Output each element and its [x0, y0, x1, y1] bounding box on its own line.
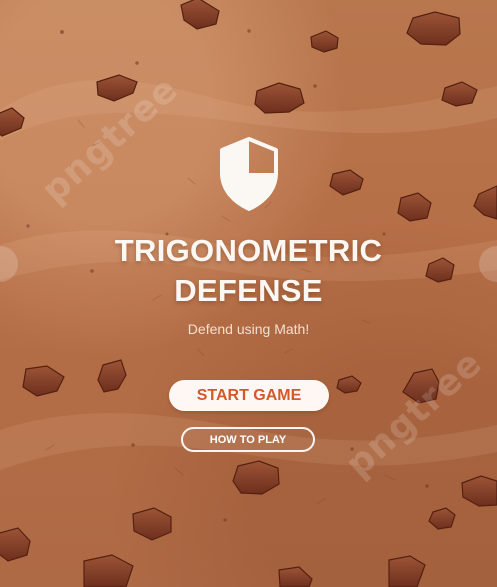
- game-screen: pngtree pngtree TRIGONOMETRIC DEFENSE De…: [0, 0, 497, 587]
- dirt-background: [0, 0, 497, 587]
- start-game-button[interactable]: START GAME: [169, 380, 329, 411]
- how-to-play-button[interactable]: HOW TO PLAY: [181, 427, 315, 452]
